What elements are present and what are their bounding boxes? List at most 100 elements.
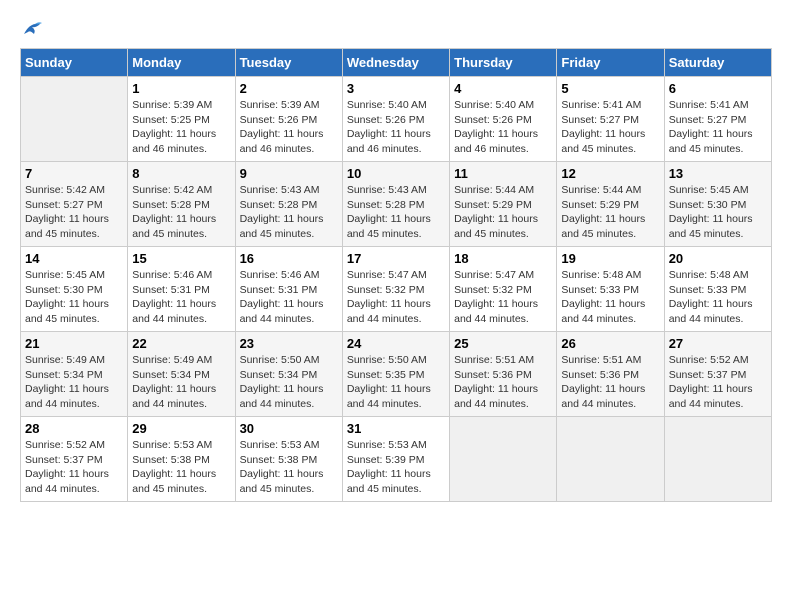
day-info: Sunrise: 5:41 AM Sunset: 5:27 PM Dayligh…	[561, 98, 659, 157]
day-info: Sunrise: 5:51 AM Sunset: 5:36 PM Dayligh…	[454, 353, 552, 412]
day-number: 19	[561, 251, 659, 266]
day-info: Sunrise: 5:42 AM Sunset: 5:27 PM Dayligh…	[25, 183, 123, 242]
col-header-saturday: Saturday	[664, 49, 771, 77]
calendar-cell: 25 Sunrise: 5:51 AM Sunset: 5:36 PM Dayli…	[450, 332, 557, 417]
day-number: 9	[240, 166, 338, 181]
day-info: Sunrise: 5:47 AM Sunset: 5:32 PM Dayligh…	[454, 268, 552, 327]
day-number: 15	[132, 251, 230, 266]
day-number: 3	[347, 81, 445, 96]
logo	[20, 20, 44, 38]
day-info: Sunrise: 5:46 AM Sunset: 5:31 PM Dayligh…	[132, 268, 230, 327]
calendar-cell: 1 Sunrise: 5:39 AM Sunset: 5:25 PM Daylig…	[128, 77, 235, 162]
day-info: Sunrise: 5:43 AM Sunset: 5:28 PM Dayligh…	[347, 183, 445, 242]
col-header-monday: Monday	[128, 49, 235, 77]
col-header-thursday: Thursday	[450, 49, 557, 77]
day-number: 11	[454, 166, 552, 181]
day-number: 22	[132, 336, 230, 351]
calendar-cell: 28 Sunrise: 5:52 AM Sunset: 5:37 PM Dayli…	[21, 417, 128, 502]
day-info: Sunrise: 5:45 AM Sunset: 5:30 PM Dayligh…	[669, 183, 767, 242]
day-number: 26	[561, 336, 659, 351]
calendar-cell: 16 Sunrise: 5:46 AM Sunset: 5:31 PM Dayli…	[235, 247, 342, 332]
day-info: Sunrise: 5:41 AM Sunset: 5:27 PM Dayligh…	[669, 98, 767, 157]
day-info: Sunrise: 5:44 AM Sunset: 5:29 PM Dayligh…	[454, 183, 552, 242]
calendar-cell: 2 Sunrise: 5:39 AM Sunset: 5:26 PM Daylig…	[235, 77, 342, 162]
calendar-cell: 13 Sunrise: 5:45 AM Sunset: 5:30 PM Dayli…	[664, 162, 771, 247]
day-info: Sunrise: 5:46 AM Sunset: 5:31 PM Dayligh…	[240, 268, 338, 327]
calendar-cell: 19 Sunrise: 5:48 AM Sunset: 5:33 PM Dayli…	[557, 247, 664, 332]
calendar-cell: 26 Sunrise: 5:51 AM Sunset: 5:36 PM Dayli…	[557, 332, 664, 417]
day-info: Sunrise: 5:43 AM Sunset: 5:28 PM Dayligh…	[240, 183, 338, 242]
calendar-cell: 22 Sunrise: 5:49 AM Sunset: 5:34 PM Dayli…	[128, 332, 235, 417]
day-number: 12	[561, 166, 659, 181]
calendar-cell: 27 Sunrise: 5:52 AM Sunset: 5:37 PM Dayli…	[664, 332, 771, 417]
day-number: 21	[25, 336, 123, 351]
day-number: 20	[669, 251, 767, 266]
day-number: 10	[347, 166, 445, 181]
col-header-friday: Friday	[557, 49, 664, 77]
calendar-cell: 4 Sunrise: 5:40 AM Sunset: 5:26 PM Daylig…	[450, 77, 557, 162]
calendar-cell: 6 Sunrise: 5:41 AM Sunset: 5:27 PM Daylig…	[664, 77, 771, 162]
calendar-table: SundayMondayTuesdayWednesdayThursdayFrid…	[20, 48, 772, 502]
day-number: 4	[454, 81, 552, 96]
calendar-cell: 24Sunrise: 5:50 AM Sunset: 5:35 PM Dayli…	[342, 332, 449, 417]
calendar-cell	[664, 417, 771, 502]
day-number: 5	[561, 81, 659, 96]
day-info: Sunrise: 5:49 AM Sunset: 5:34 PM Dayligh…	[132, 353, 230, 412]
calendar-cell: 17 Sunrise: 5:47 AM Sunset: 5:32 PM Dayli…	[342, 247, 449, 332]
day-number: 2	[240, 81, 338, 96]
calendar-cell: 5 Sunrise: 5:41 AM Sunset: 5:27 PM Daylig…	[557, 77, 664, 162]
day-info: Sunrise: 5:40 AM Sunset: 5:26 PM Dayligh…	[454, 98, 552, 157]
calendar-week-5: 28 Sunrise: 5:52 AM Sunset: 5:37 PM Dayli…	[21, 417, 772, 502]
day-info: Sunrise: 5:47 AM Sunset: 5:32 PM Dayligh…	[347, 268, 445, 327]
calendar-cell: 8 Sunrise: 5:42 AM Sunset: 5:28 PM Daylig…	[128, 162, 235, 247]
day-number: 6	[669, 81, 767, 96]
day-number: 16	[240, 251, 338, 266]
day-info: Sunrise: 5:51 AM Sunset: 5:36 PM Dayligh…	[561, 353, 659, 412]
day-info: Sunrise: 5:52 AM Sunset: 5:37 PM Dayligh…	[669, 353, 767, 412]
calendar-week-3: 14Sunrise: 5:45 AM Sunset: 5:30 PM Dayli…	[21, 247, 772, 332]
calendar-cell: 18 Sunrise: 5:47 AM Sunset: 5:32 PM Dayli…	[450, 247, 557, 332]
day-info: Sunrise: 5:49 AM Sunset: 5:34 PM Dayligh…	[25, 353, 123, 412]
col-header-wednesday: Wednesday	[342, 49, 449, 77]
day-info: Sunrise: 5:53 AM Sunset: 5:39 PM Dayligh…	[347, 438, 445, 497]
calendar-cell: 15 Sunrise: 5:46 AM Sunset: 5:31 PM Dayli…	[128, 247, 235, 332]
day-info: Sunrise: 5:48 AM Sunset: 5:33 PM Dayligh…	[561, 268, 659, 327]
calendar-week-1: 1 Sunrise: 5:39 AM Sunset: 5:25 PM Daylig…	[21, 77, 772, 162]
day-info: Sunrise: 5:40 AM Sunset: 5:26 PM Dayligh…	[347, 98, 445, 157]
day-info: Sunrise: 5:39 AM Sunset: 5:26 PM Dayligh…	[240, 98, 338, 157]
logo-bird-icon	[22, 20, 44, 38]
calendar-header-row: SundayMondayTuesdayWednesdayThursdayFrid…	[21, 49, 772, 77]
day-number: 23	[240, 336, 338, 351]
calendar-cell: 7Sunrise: 5:42 AM Sunset: 5:27 PM Daylig…	[21, 162, 128, 247]
col-header-sunday: Sunday	[21, 49, 128, 77]
day-number: 31	[347, 421, 445, 436]
day-number: 14	[25, 251, 123, 266]
day-number: 17	[347, 251, 445, 266]
day-number: 13	[669, 166, 767, 181]
calendar-cell: 9 Sunrise: 5:43 AM Sunset: 5:28 PM Daylig…	[235, 162, 342, 247]
day-number: 30	[240, 421, 338, 436]
day-number: 29	[132, 421, 230, 436]
calendar-cell: 3 Sunrise: 5:40 AM Sunset: 5:26 PM Daylig…	[342, 77, 449, 162]
day-number: 18	[454, 251, 552, 266]
calendar-cell: 31 Sunrise: 5:53 AM Sunset: 5:39 PM Dayli…	[342, 417, 449, 502]
day-number: 8	[132, 166, 230, 181]
day-info: Sunrise: 5:50 AM Sunset: 5:35 PM Dayligh…	[347, 353, 445, 412]
day-info: Sunrise: 5:42 AM Sunset: 5:28 PM Dayligh…	[132, 183, 230, 242]
calendar-week-4: 21 Sunrise: 5:49 AM Sunset: 5:34 PM Dayli…	[21, 332, 772, 417]
day-number: 28	[25, 421, 123, 436]
day-info: Sunrise: 5:53 AM Sunset: 5:38 PM Dayligh…	[132, 438, 230, 497]
day-info: Sunrise: 5:53 AM Sunset: 5:38 PM Dayligh…	[240, 438, 338, 497]
day-info: Sunrise: 5:39 AM Sunset: 5:25 PM Dayligh…	[132, 98, 230, 157]
calendar-cell: 12Sunrise: 5:44 AM Sunset: 5:29 PM Dayli…	[557, 162, 664, 247]
day-number: 27	[669, 336, 767, 351]
calendar-cell: 14Sunrise: 5:45 AM Sunset: 5:30 PM Dayli…	[21, 247, 128, 332]
calendar-cell: 30 Sunrise: 5:53 AM Sunset: 5:38 PM Dayli…	[235, 417, 342, 502]
day-info: Sunrise: 5:52 AM Sunset: 5:37 PM Dayligh…	[25, 438, 123, 497]
day-info: Sunrise: 5:50 AM Sunset: 5:34 PM Dayligh…	[240, 353, 338, 412]
calendar-cell	[450, 417, 557, 502]
day-number: 25	[454, 336, 552, 351]
calendar-cell: 23 Sunrise: 5:50 AM Sunset: 5:34 PM Dayli…	[235, 332, 342, 417]
day-info: Sunrise: 5:48 AM Sunset: 5:33 PM Dayligh…	[669, 268, 767, 327]
day-number: 1	[132, 81, 230, 96]
